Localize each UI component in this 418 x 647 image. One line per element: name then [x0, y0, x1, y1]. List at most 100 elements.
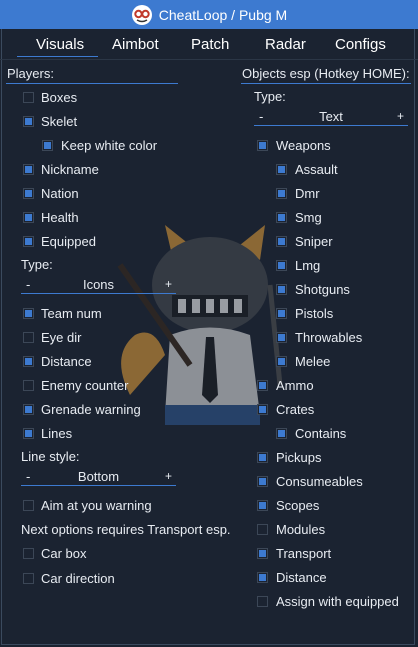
health-checkbox[interactable] — [23, 212, 34, 223]
skelet-label: Skelet — [41, 114, 78, 129]
ammo-checkbox[interactable] — [257, 380, 268, 391]
players-type-label: Type: — [21, 257, 53, 272]
melee-label: Melee — [295, 354, 331, 369]
pickups-checkbox[interactable] — [257, 452, 268, 463]
tab-configs[interactable]: Configs — [335, 36, 386, 53]
crates-checkbox[interactable] — [257, 404, 268, 415]
sniper-checkbox[interactable] — [276, 236, 287, 247]
weapons-checkbox[interactable] — [257, 140, 268, 151]
title-bar: CheatLoop / Pubg M — [0, 0, 418, 29]
consumeables-label: Consumeables — [276, 474, 363, 489]
smg-label: Smg — [295, 210, 322, 225]
sniper-label: Sniper — [295, 234, 333, 249]
dmr-checkbox[interactable] — [276, 188, 287, 199]
active-tab-indicator — [17, 56, 98, 57]
team-num-label: Team num — [41, 306, 102, 321]
line-style-label: Line style: — [21, 449, 80, 464]
contains-checkbox[interactable] — [276, 428, 287, 439]
car-direction-checkbox[interactable] — [23, 573, 34, 584]
enemy-counter-label: Enemy counter — [41, 378, 129, 393]
increment-button[interactable]: + — [397, 109, 404, 123]
objects-type-value: Text — [319, 109, 343, 124]
objects-header: Objects esp (Hotkey HOME): — [242, 66, 410, 81]
skelet-checkbox[interactable] — [23, 116, 34, 127]
equipped-label: Equipped — [41, 234, 96, 249]
window-title: CheatLoop / Pubg M — [158, 6, 288, 23]
dmr-label: Dmr — [295, 186, 320, 201]
increment-button[interactable]: + — [165, 277, 172, 291]
contains-label: Contains — [295, 426, 347, 441]
players-type-combo[interactable]: - Icons + — [21, 276, 176, 294]
eye-dir-checkbox[interactable] — [23, 332, 34, 343]
lmg-label: Lmg — [295, 258, 321, 273]
lines-checkbox[interactable] — [23, 428, 34, 439]
nickname-label: Nickname — [41, 162, 99, 177]
lines-label: Lines — [41, 426, 73, 441]
objects-header-line — [241, 83, 411, 84]
nickname-checkbox[interactable] — [23, 164, 34, 175]
assault-label: Assault — [295, 162, 338, 177]
lmg-checkbox[interactable] — [276, 260, 287, 271]
melee-checkbox[interactable] — [276, 356, 287, 367]
combo-underline — [254, 125, 408, 126]
assault-checkbox[interactable] — [276, 164, 287, 175]
transport-note: Next options requires Transport esp. — [21, 522, 231, 537]
tab-radar[interactable]: Radar — [265, 36, 306, 53]
assign-equipped-label: Assign with equipped — [276, 594, 399, 609]
keep-white-color-checkbox[interactable] — [42, 140, 53, 151]
throwables-checkbox[interactable] — [276, 332, 287, 343]
grenade-warning-checkbox[interactable] — [23, 404, 34, 415]
tab-bar: Visuals Aimbot Patch Radar Configs — [0, 32, 418, 58]
aim-warning-checkbox[interactable] — [23, 500, 34, 511]
crates-label: Crates — [276, 402, 315, 417]
weapons-label: Weapons — [276, 138, 331, 153]
enemy-counter-checkbox[interactable] — [23, 380, 34, 391]
combo-underline — [21, 293, 176, 294]
smg-checkbox[interactable] — [276, 212, 287, 223]
pistols-label: Pistols — [295, 306, 334, 321]
distance-label: Distance — [41, 354, 92, 369]
team-num-checkbox[interactable] — [23, 308, 34, 319]
line-style-value: Bottom — [77, 469, 120, 484]
tab-divider — [0, 59, 418, 60]
tab-patch[interactable]: Patch — [191, 36, 229, 53]
nation-label: Nation — [41, 186, 79, 201]
scopes-checkbox[interactable] — [257, 500, 268, 511]
boxes-checkbox[interactable] — [23, 92, 34, 103]
distance-checkbox[interactable] — [23, 356, 34, 367]
assign-equipped-checkbox[interactable] — [257, 596, 268, 607]
equipped-checkbox[interactable] — [23, 236, 34, 247]
combo-underline — [21, 485, 176, 486]
objects-type-combo[interactable]: - Text + — [254, 108, 408, 126]
grenade-warning-label: Grenade warning — [41, 402, 141, 417]
objects-distance-checkbox[interactable] — [257, 572, 268, 583]
boxes-label: Boxes — [41, 90, 78, 105]
car-direction-label: Car direction — [41, 571, 115, 586]
objects-type-label: Type: — [254, 89, 286, 104]
eye-dir-label: Eye dir — [41, 330, 82, 345]
increment-button[interactable]: + — [165, 469, 172, 483]
transport-checkbox[interactable] — [257, 548, 268, 559]
cheatloop-window: { "window": { "title": "CheatLoop / Pubg… — [0, 0, 418, 647]
shotguns-checkbox[interactable] — [276, 284, 287, 295]
players-header-line — [6, 83, 178, 84]
tab-visuals[interactable]: Visuals — [36, 36, 84, 53]
shotguns-label: Shotguns — [295, 282, 350, 297]
car-box-checkbox[interactable] — [23, 548, 34, 559]
players-header: Players: — [7, 66, 54, 81]
consumeables-checkbox[interactable] — [257, 476, 268, 487]
keep-white-color-label: Keep white color — [61, 138, 158, 153]
ammo-label: Ammo — [276, 378, 314, 393]
transport-label: Transport — [276, 546, 332, 561]
modules-label: Modules — [276, 522, 326, 537]
throwables-label: Throwables — [295, 330, 363, 345]
health-label: Health — [41, 210, 79, 225]
modules-checkbox[interactable] — [257, 524, 268, 535]
scopes-label: Scopes — [276, 498, 320, 513]
line-style-combo[interactable]: - Bottom + — [21, 468, 176, 486]
tab-aimbot[interactable]: Aimbot — [112, 36, 159, 53]
objects-distance-label: Distance — [276, 570, 327, 585]
pistols-checkbox[interactable] — [276, 308, 287, 319]
nation-checkbox[interactable] — [23, 188, 34, 199]
car-box-label: Car box — [41, 546, 87, 561]
